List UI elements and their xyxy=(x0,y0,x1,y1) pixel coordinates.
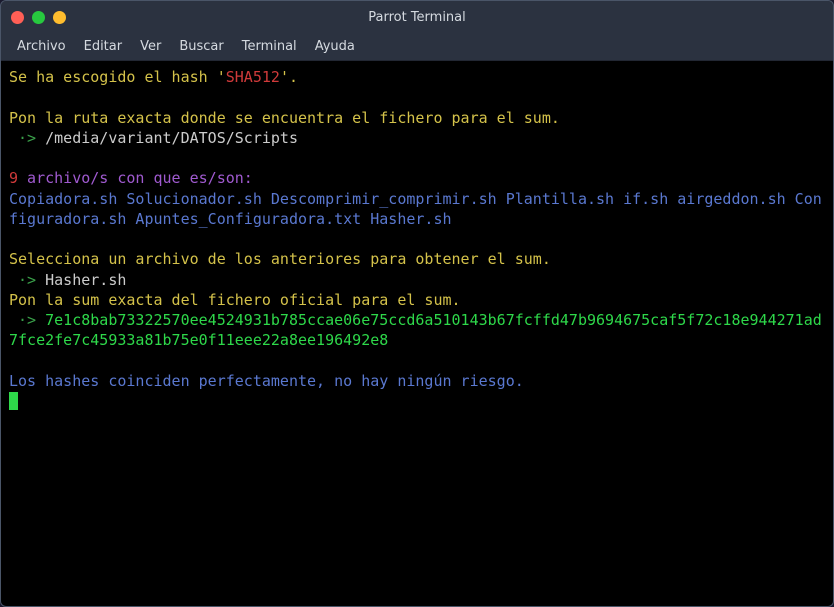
window-title: Parrot Terminal xyxy=(368,10,466,25)
output-count: 9 xyxy=(9,169,18,187)
menu-editar[interactable]: Editar xyxy=(84,39,123,54)
menu-archivo[interactable]: Archivo xyxy=(17,39,66,54)
input-hash: 7e1c8bab73322570ee4524931b785ccae06e75cc… xyxy=(9,311,822,349)
input-file: Hasher.sh xyxy=(45,271,126,289)
cursor-icon xyxy=(9,392,18,410)
menubar: Archivo Editar Ver Buscar Terminal Ayuda xyxy=(1,33,833,61)
minimize-icon[interactable] xyxy=(32,11,45,24)
output-text: Se ha escogido el hash ' xyxy=(9,68,226,86)
terminal-output[interactable]: Se ha escogido el hash 'SHA512'. Pon la … xyxy=(1,61,833,606)
output-prompt-sum: Pon la sum exacta del fichero oficial pa… xyxy=(9,291,461,309)
close-icon[interactable] xyxy=(11,11,24,24)
menu-buscar[interactable]: Buscar xyxy=(179,39,223,54)
terminal-window: Parrot Terminal Archivo Editar Ver Busca… xyxy=(0,0,834,607)
output-result: Los hashes coinciden perfectamente, no h… xyxy=(9,372,524,390)
output-prompt-select: Selecciona un archivo de los anteriores … xyxy=(9,250,551,268)
menu-ayuda[interactable]: Ayuda xyxy=(315,39,355,54)
output-file-list: Copiadora.sh Solucionador.sh Descomprimi… xyxy=(9,190,822,228)
output-text: '. xyxy=(280,68,298,86)
menu-terminal[interactable]: Terminal xyxy=(242,39,297,54)
prompt-marker: ·> xyxy=(9,129,45,147)
output-text: archivo/s con que es/son: xyxy=(18,169,253,187)
prompt-marker: ·> xyxy=(9,311,45,329)
menu-ver[interactable]: Ver xyxy=(140,39,161,54)
titlebar[interactable]: Parrot Terminal xyxy=(1,1,833,33)
input-path: /media/variant/DATOS/Scripts xyxy=(45,129,298,147)
maximize-icon[interactable] xyxy=(53,11,66,24)
output-prompt-route: Pon la ruta exacta donde se encuentra el… xyxy=(9,109,560,127)
output-hash-type: SHA512 xyxy=(226,68,280,86)
prompt-marker: ·> xyxy=(9,271,45,289)
window-controls xyxy=(11,11,66,24)
